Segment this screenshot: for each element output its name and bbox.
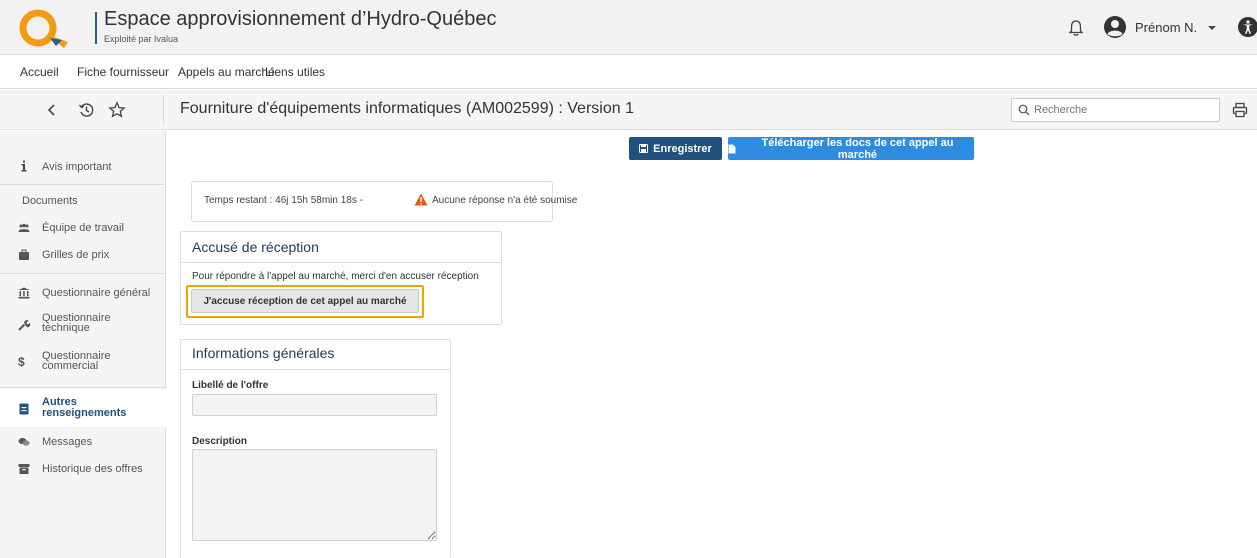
- page-toolbar: Fourniture d'équipements informatiques (…: [0, 90, 1257, 130]
- sidebar-item-label: Questionnaire général: [42, 287, 151, 299]
- wrench-icon: [18, 320, 30, 331]
- sidebar-item-questionnaire-technique[interactable]: Questionnaire technique: [0, 311, 166, 337]
- avatar-icon[interactable]: [1103, 15, 1127, 39]
- dollar-icon: $: [18, 355, 25, 369]
- sidebar-item-label: commercial: [42, 360, 99, 372]
- caret-down-icon[interactable]: [1207, 24, 1217, 32]
- page-title: Fourniture d'équipements informatiques (…: [180, 100, 634, 117]
- sidebar-item-avis-important[interactable]: Avis important: [0, 157, 166, 177]
- search-input[interactable]: [1034, 102, 1214, 118]
- warning-icon: [414, 193, 428, 206]
- nav-item-fiche-fournisseur[interactable]: Fiche fournisseur: [77, 65, 169, 79]
- sidebar-item-label: renseignements: [42, 407, 127, 419]
- sidebar-item-label: technique: [42, 322, 90, 334]
- briefcase-icon: [19, 249, 29, 260]
- search-icon: [1018, 104, 1030, 116]
- sidebar-item-documents[interactable]: Documents: [0, 192, 166, 210]
- printer-icon[interactable]: [1232, 102, 1248, 118]
- description-textarea[interactable]: [192, 449, 437, 541]
- acknowledgment-title: Accusé de réception: [192, 239, 319, 255]
- panel-divider: [181, 262, 501, 263]
- sidebar-item-equipe-de-travail[interactable]: Équipe de travail: [0, 219, 166, 237]
- nav-item-accueil[interactable]: Accueil: [20, 65, 59, 79]
- chat-icon: [18, 438, 30, 446]
- time-remaining-box: Temps restant : 46j 15h 58min 18s - Aucu…: [191, 181, 577, 222]
- acknowledge-receipt-button[interactable]: J'accuse réception de cet appel au march…: [191, 289, 419, 313]
- main-nav: Accueil Fiche fournisseur Appels au marc…: [0, 56, 1257, 89]
- accessibility-icon[interactable]: [1236, 15, 1257, 39]
- team-icon: [18, 223, 30, 232]
- app-header: Espace approvisionnement d’Hydro-Québec …: [0, 0, 1257, 55]
- sidebar-divider: [0, 184, 166, 185]
- save-icon: [639, 144, 649, 153]
- info-icon: [21, 160, 27, 172]
- app-title: Espace approvisionnement d’Hydro-Québec: [104, 8, 497, 30]
- time-label: Temps restant :: [204, 195, 273, 206]
- description-label: Description: [192, 436, 248, 447]
- user-name[interactable]: Prénom N.: [1135, 20, 1197, 35]
- general-info-title: Informations générales: [192, 345, 335, 361]
- sidebar-divider: [0, 387, 166, 388]
- download-label: Télécharger les docs de cet appel au mar…: [761, 136, 954, 161]
- sidebar-item-label: Grilles de prix: [42, 249, 110, 261]
- chevron-left-icon[interactable]: [43, 101, 61, 119]
- document-icon: [19, 403, 29, 415]
- bell-icon[interactable]: [1067, 19, 1085, 37]
- sidebar-item-label: Documents: [22, 195, 78, 207]
- star-icon[interactable]: [108, 101, 126, 119]
- sidebar-item-messages[interactable]: Messages: [0, 433, 166, 451]
- nav-item-liens-utiles[interactable]: Liens utiles: [265, 65, 325, 79]
- history-icon[interactable]: [77, 101, 95, 119]
- sidebar: Avis important Documents Équipe de trava…: [0, 131, 166, 558]
- save-button[interactable]: Enregistrer: [629, 137, 722, 160]
- file-icon: [728, 144, 736, 153]
- sidebar-item-questionnaire-commercial[interactable]: $ Questionnaire commercial: [0, 349, 166, 375]
- toolbar-divider: [163, 95, 164, 125]
- search-box[interactable]: [1011, 98, 1220, 122]
- sidebar-item-grilles-de-prix[interactable]: Grilles de prix: [0, 246, 166, 264]
- acknowledgment-panel: Accusé de réception Pour répondre à l'ap…: [180, 231, 502, 325]
- download-docs-button[interactable]: Télécharger les docs de cet appel au mar…: [728, 136, 974, 161]
- hydro-quebec-logo[interactable]: [16, 6, 72, 50]
- offer-label: Libellé de l'offre: [192, 380, 269, 391]
- app-subtitle: Exploité par Ivalua: [104, 34, 179, 44]
- time-remaining-text: Temps restant : 46j 15h 58min 18s -: [204, 195, 363, 206]
- sidebar-item-autres-renseignements[interactable]: Autres renseignements: [0, 389, 166, 427]
- sidebar-item-label: Historique des offres: [42, 463, 143, 475]
- acknowledgment-text: Pour répondre à l'appel au marché, merci…: [192, 271, 479, 282]
- brand-divider: [95, 12, 97, 44]
- sidebar-item-historique-des-offres[interactable]: Historique des offres: [0, 460, 166, 478]
- bank-icon: [18, 287, 30, 299]
- sidebar-item-questionnaire-general[interactable]: Questionnaire général: [0, 284, 166, 302]
- sidebar-item-label: Avis important: [42, 161, 112, 173]
- nav-item-appels-au-marche[interactable]: Appels au marché: [178, 65, 275, 79]
- sidebar-item-label: Équipe de travail: [42, 222, 124, 234]
- sidebar-item-label: Messages: [42, 436, 93, 448]
- no-response-warning: Aucune réponse n'a été soumise: [432, 195, 578, 206]
- panel-divider: [181, 369, 450, 370]
- general-info-panel: Informations générales Libellé de l'offr…: [180, 339, 451, 558]
- save-label: Enregistrer: [653, 142, 712, 155]
- archive-icon: [18, 464, 30, 474]
- time-value: 46j 15h 58min 18s -: [275, 195, 363, 206]
- offer-label-input[interactable]: [192, 394, 437, 416]
- sidebar-divider: [0, 273, 166, 274]
